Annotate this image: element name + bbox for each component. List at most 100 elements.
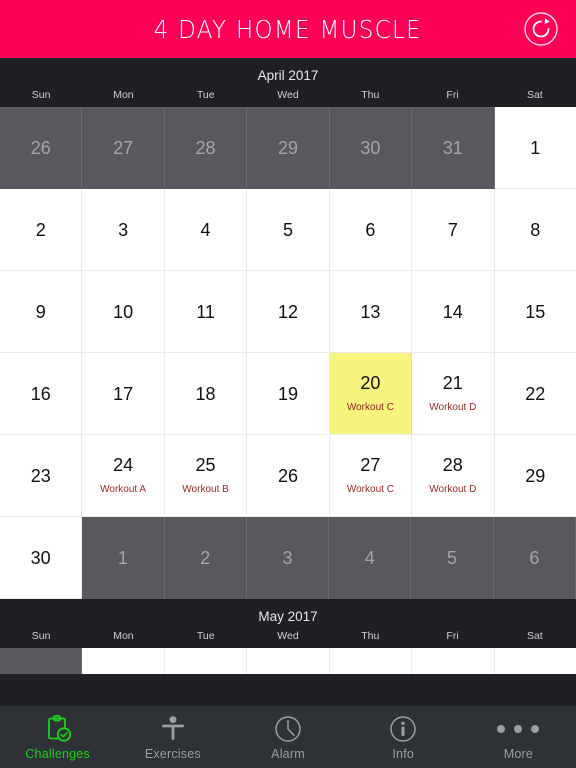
calendar-day-cell[interactable]: 19 [247, 353, 330, 435]
day-number: 17 [113, 383, 134, 404]
workout-label: Workout B [182, 484, 229, 495]
refresh-button[interactable] [522, 10, 560, 48]
calendar-day-cell[interactable]: 6 [329, 189, 413, 271]
calendar-day-cell[interactable]: 28 Workout D [412, 435, 495, 517]
calendar-day-cell[interactable]: 1 [494, 107, 576, 189]
calendar-day-cell[interactable]: 29 [247, 107, 330, 189]
day-number: 4 [364, 548, 375, 568]
day-number: 26 [277, 465, 298, 486]
day-number: 28 [195, 138, 216, 158]
day-number: 6 [529, 548, 540, 568]
calendar-day-cell[interactable]: 29 [494, 435, 576, 517]
day-number: 5 [447, 548, 458, 568]
tab-more[interactable]: More [461, 707, 576, 768]
day-number: 12 [277, 301, 298, 322]
calendar-day-cell[interactable]: 14 [412, 271, 495, 353]
calendar-day-cell[interactable]: 16 [0, 353, 83, 435]
tab-label-alarm: Alarm [271, 747, 305, 761]
day-number: 21 [442, 373, 463, 393]
calendar-day-cell[interactable]: 1 [82, 517, 165, 599]
dow-wed: Wed [277, 89, 299, 101]
calendar-day-cell[interactable]: 28 [164, 107, 248, 189]
calendar-day-cell[interactable]: 15 [494, 271, 576, 353]
calendar-day-cell[interactable]: 30 [0, 517, 83, 599]
calendar-day-cell[interactable]: 23 [0, 435, 83, 517]
calendar-day-cell[interactable]: 11 [164, 271, 248, 353]
calendar-day-cell[interactable]: 24 Workout A [82, 435, 165, 517]
calendar-day-cell[interactable]: 5 [411, 517, 494, 599]
calendar-day-cell[interactable]: 26 [247, 435, 330, 517]
calendar-day-cell[interactable]: 10 [82, 271, 165, 353]
day-number: 10 [113, 301, 134, 322]
dow-next-tue: Tue [196, 630, 215, 642]
ellipsis-icon [497, 714, 540, 744]
workout-label: Workout A [100, 484, 147, 495]
calendar-grid-next [0, 648, 576, 674]
calendar-day-cell[interactable]: 5 [247, 189, 330, 271]
day-number: 14 [442, 301, 463, 322]
tab-alarm[interactable]: Alarm [230, 707, 345, 768]
tab-label-exercises: Exercises [144, 747, 201, 761]
day-number: 27 [360, 455, 381, 475]
calendar-day-cell[interactable]: 27 [82, 107, 165, 189]
tab-label-more: More [503, 747, 534, 761]
ellipsis-dot [531, 725, 540, 733]
calendar-day-cell[interactable]: 22 [494, 353, 576, 435]
day-number: 22 [525, 383, 546, 404]
calendar-day-cell[interactable]: 30 [329, 107, 413, 189]
calendar-day-cell[interactable]: 27 Workout C [329, 435, 413, 517]
refresh-icon [524, 12, 558, 46]
calendar-day-cell[interactable]: 7 [412, 189, 495, 271]
calendar-day-cell[interactable]: 18 [164, 353, 248, 435]
calendar-day-cell[interactable]: 4 [164, 189, 248, 271]
day-number: 7 [447, 219, 458, 240]
calendar-day-cell[interactable]: 6 [493, 517, 576, 599]
calendar-day-cell[interactable] [494, 648, 576, 674]
day-number: 3 [118, 219, 129, 240]
calendar-day-cell[interactable] [0, 648, 83, 674]
calendar-day-cell[interactable]: 12 [247, 271, 330, 353]
calendar-day-cell[interactable]: 8 [494, 189, 576, 271]
calendar-day-cell[interactable]: 25 Workout B [164, 435, 248, 517]
calendar-day-cell[interactable]: 13 [329, 271, 413, 353]
calendar-day-cell[interactable]: 2 [0, 189, 83, 271]
day-number: 15 [525, 301, 546, 322]
calendar-day-cell[interactable]: 21 Workout D [412, 353, 495, 435]
calendar-day-cell[interactable]: 3 [82, 189, 165, 271]
day-number: 3 [282, 548, 293, 568]
day-of-week-row-current: Sun Mon Tue Wed Thu Fri Sat [0, 89, 576, 107]
calendar-day-cell[interactable] [412, 648, 495, 674]
calendar-day-cell[interactable]: 4 [329, 517, 412, 599]
tab-challenges[interactable]: Challenges [0, 707, 115, 768]
tab-exercises[interactable]: Exercises [115, 707, 230, 768]
day-number: 8 [530, 219, 541, 240]
calendar-day-cell[interactable] [82, 648, 165, 674]
calendar-day-cell[interactable] [164, 648, 248, 674]
day-number: 26 [30, 138, 51, 158]
day-number: 1 [117, 548, 128, 568]
day-number: 31 [442, 138, 463, 158]
dow-sat: Sat [526, 89, 543, 101]
day-number: 30 [30, 547, 51, 568]
calendar-day-cell[interactable]: 31 [412, 107, 495, 189]
calendar-day-cell[interactable]: 3 [246, 517, 330, 599]
day-number: 29 [525, 465, 546, 486]
day-number: 30 [360, 138, 381, 158]
tab-info[interactable]: Info [346, 707, 461, 768]
calendar-day-cell[interactable]: 2 [164, 517, 247, 599]
info-circle-icon [388, 714, 418, 744]
calendar-day-cell[interactable]: 20 Workout C [329, 353, 413, 435]
month-header-next: May 2017 Sun Mon Tue Wed Thu Fri Sat [0, 599, 576, 648]
day-number: 25 [195, 455, 216, 475]
calendar-week-row [0, 648, 576, 674]
calendar-day-cell[interactable]: 26 [0, 107, 83, 189]
calendar-week-row: 23 24 Workout A 25 Workout B 26 27 Workout C 28 W… [0, 435, 576, 517]
calendar-day-cell[interactable] [329, 648, 413, 674]
day-number: 13 [360, 301, 381, 322]
day-of-week-row-next: Sun Mon Tue Wed Thu Fri Sat [0, 630, 576, 648]
calendar-day-cell[interactable]: 9 [0, 271, 83, 353]
calendar-day-cell[interactable] [247, 648, 330, 674]
day-number: 5 [282, 219, 293, 240]
calendar-day-cell[interactable]: 17 [82, 353, 165, 435]
dow-next-mon: Mon [113, 630, 134, 642]
